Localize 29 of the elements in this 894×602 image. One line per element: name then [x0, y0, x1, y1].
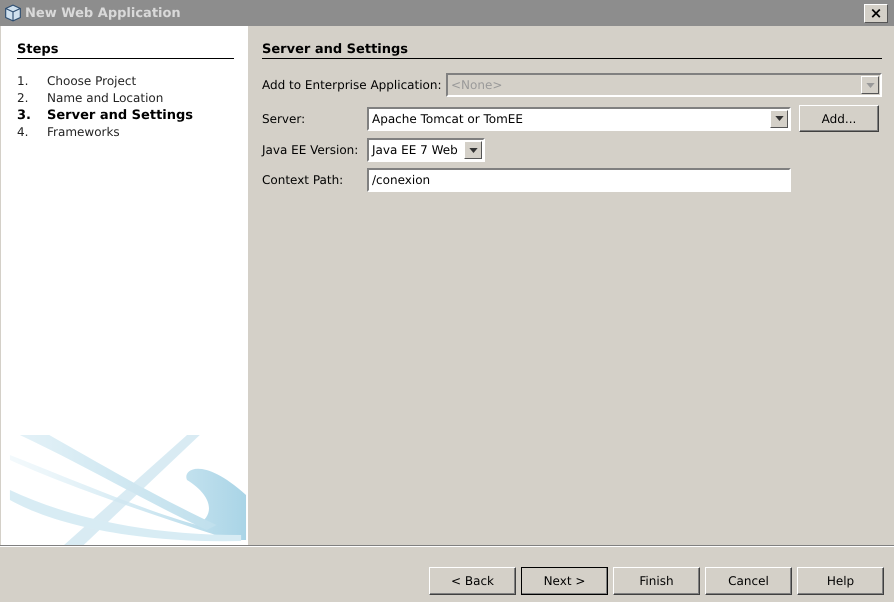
dialog-button[interactable]: Cancel — [705, 567, 792, 595]
field-label: Add to Enterprise Application: — [262, 78, 443, 92]
dialog-button[interactable]: Next > — [521, 567, 608, 595]
caret-icon — [774, 116, 784, 121]
step-label: Name and Location — [47, 90, 164, 107]
close-button[interactable]: × — [864, 4, 888, 22]
cube-icon — [4, 4, 22, 22]
input-field[interactable]: /conexion — [367, 168, 791, 192]
steps-heading: Steps — [17, 42, 234, 59]
step-label: Server and Settings — [47, 107, 194, 124]
field-label: Java EE Version: — [262, 143, 360, 157]
dialog-button[interactable]: Finish — [613, 567, 700, 595]
caret-icon — [866, 82, 874, 88]
field-label: Server: — [262, 112, 306, 126]
dialog-button[interactable]: < Back — [429, 567, 516, 595]
step-label: Frameworks — [47, 124, 120, 141]
step-number: 2. — [17, 90, 30, 107]
step-number: 1. — [17, 73, 30, 90]
caret-icon — [468, 148, 478, 152]
field-label: Context Path: — [262, 173, 344, 187]
dropdown[interactable]: Apache Tomcat or TomEE — [367, 106, 791, 130]
add-button[interactable]: Add... — [799, 105, 879, 132]
step-label: Choose Project — [47, 73, 136, 90]
window-title: New Web Application — [25, 6, 182, 20]
dropdown[interactable]: Java EE 7 Web — [367, 138, 485, 162]
step-number: 4. — [17, 124, 30, 141]
section-heading: Server and Settings — [262, 42, 882, 59]
step-number: 3. — [17, 107, 32, 124]
dialog-button[interactable]: Help — [797, 567, 884, 595]
